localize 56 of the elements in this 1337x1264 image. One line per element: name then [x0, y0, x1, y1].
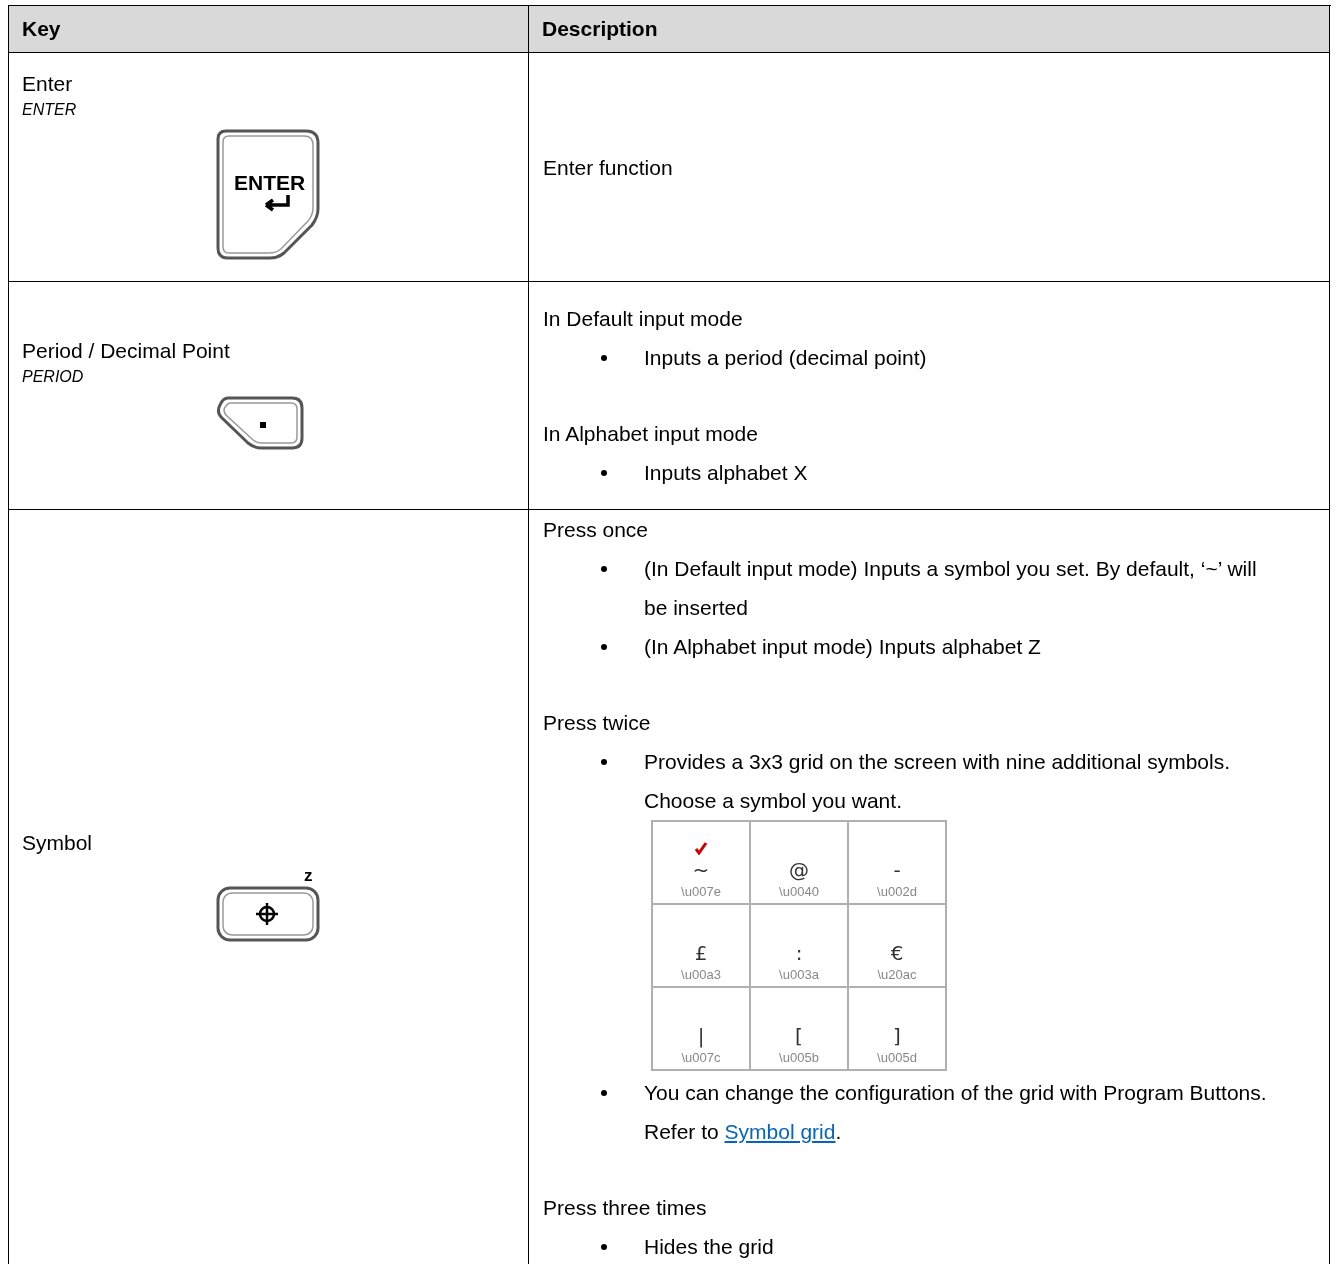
symbol-cell[interactable]: - \u002d — [849, 822, 945, 903]
bullet-icon — [601, 1244, 607, 1250]
unicode-text: \u005b — [779, 1049, 819, 1066]
bullet-icon — [601, 644, 607, 650]
symbol-cell[interactable]: ~ \u007e — [653, 822, 749, 903]
unicode-text: \u005d — [877, 1049, 917, 1066]
bullet-text: You can change the configuration of the grid with Program Buttons. Refer to Symbol grid. — [644, 1080, 1268, 1145]
key-name: Enter — [22, 71, 74, 97]
description-text: In Alphabet input mode — [543, 421, 759, 447]
bullet-text: Inputs a period (decimal point) — [644, 345, 928, 371]
bullet-text: (In Default input mode) Inputs a symbol you set. By default, ‘~’ will be inserted — [644, 556, 1258, 621]
unicode-text: \u003a — [779, 966, 819, 983]
unicode-text: \u0040 — [779, 883, 819, 900]
enter-key-drawing: ENTER — [214, 127, 322, 261]
bullet-text: Provides a 3x3 grid on the screen with nine additional symbols. Choose a symbol you want. — [644, 749, 1231, 814]
symbol-text: : — [795, 940, 803, 966]
symbol-text: @ — [789, 857, 809, 883]
symbol-grid-link[interactable]: Symbol grid — [724, 1120, 836, 1143]
key-code: PERIOD — [22, 366, 85, 387]
description-text: Press twice — [543, 710, 652, 736]
symbol-cell[interactable]: [ \u005b — [751, 988, 847, 1069]
column-header: Description — [529, 6, 1330, 53]
symbol-text: € — [890, 940, 904, 966]
symbol-text: [ — [795, 1023, 803, 1049]
unicode-text: \u007e — [681, 883, 721, 900]
bullet-icon — [601, 566, 607, 572]
bullet-icon — [601, 759, 607, 765]
description-text: Press three times — [543, 1195, 708, 1221]
symbol-cell[interactable]: @ \u0040 — [751, 822, 847, 903]
description-text: In Default input mode — [543, 306, 744, 332]
symbol-text: £ — [694, 940, 708, 966]
unicode-text: \u00a3 — [681, 966, 721, 983]
key-name: Period / Decimal Point — [22, 337, 231, 364]
symbol-cell[interactable]: € \u20ac — [849, 905, 945, 986]
unicode-text: \u20ac — [877, 966, 917, 983]
symbol-text: ] — [893, 1023, 901, 1049]
bullet-icon — [601, 1090, 607, 1096]
bullet-icon — [601, 470, 607, 476]
symbol-cell[interactable]: : \u003a — [751, 905, 847, 986]
bullet-text: Inputs alphabet X — [644, 460, 809, 486]
column-header: Key — [9, 6, 529, 53]
symbol-text: ~ — [692, 857, 710, 883]
unicode-text: \u007c — [681, 1049, 721, 1066]
bullet-text: (In Alphabet input mode) Inputs alphabet Z — [644, 634, 1042, 660]
description-text: Press once — [543, 517, 650, 543]
key-code: ENTER — [22, 100, 78, 120]
unicode-text: \u002d — [877, 883, 917, 900]
symbol-cell[interactable]: ] \u005d — [849, 988, 945, 1069]
bullet-text: Hides the grid — [644, 1234, 775, 1260]
symbol-text: | — [697, 1023, 705, 1049]
description-text: Enter function — [543, 154, 674, 181]
symbol-cell[interactable]: £ \u00a3 — [653, 905, 749, 986]
key-name: Symbol — [22, 830, 94, 856]
symbol-cell[interactable]: | \u007c — [653, 988, 749, 1069]
bullet-icon — [601, 355, 607, 361]
symbol-text: - — [893, 857, 901, 883]
